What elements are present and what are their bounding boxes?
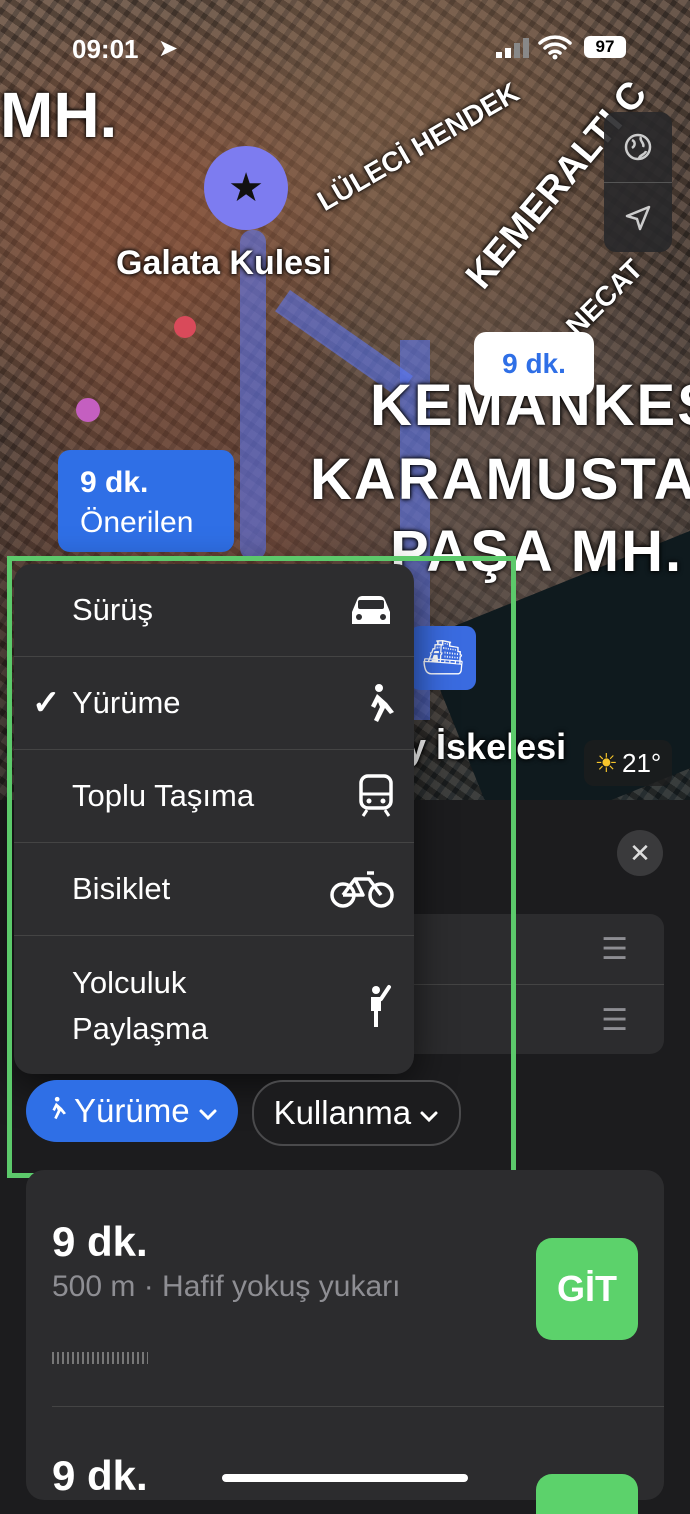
- route-details: 500 m · Hafif yokuş yukarı: [52, 1270, 401, 1303]
- chevron-down-icon: [198, 1092, 218, 1130]
- train-icon: [358, 774, 394, 818]
- route-duration: 9 dk.: [52, 1218, 148, 1265]
- elevation-graph: [52, 1352, 148, 1364]
- menu-item-label: Toplu Taşıma: [72, 778, 255, 813]
- drag-handle-icon: ☰: [601, 1003, 628, 1037]
- home-indicator[interactable]: [222, 1474, 468, 1482]
- route-callout-recommended[interactable]: 9 dk. Önerilen: [58, 450, 234, 552]
- route-options-card: 9 dk. 500 m · Hafif yokuş yukarı GİT 9 d…: [26, 1170, 664, 1514]
- map-label-necat: NECAT: [560, 253, 649, 342]
- walk-icon: [46, 1094, 66, 1129]
- ferry-icon[interactable]: ⛴: [410, 626, 476, 690]
- transport-mode-menu: Sürüş ✓ Yürüme Toplu Taşıma Bisiklet Yol…: [14, 564, 414, 1074]
- wifi-icon: [538, 34, 572, 66]
- bicycle-icon: [330, 869, 394, 909]
- menu-item-rideshare[interactable]: Yolculuk Paylaşma: [14, 936, 414, 1074]
- location-arrow-icon[interactable]: [604, 183, 672, 253]
- map-label-iskelesi: y İskelesi: [406, 726, 567, 767]
- menu-item-driving[interactable]: Sürüş: [14, 564, 414, 657]
- callout-caption: Önerilen: [80, 506, 194, 539]
- menu-item-label: Bisiklet: [72, 871, 171, 906]
- menu-item-walking[interactable]: ✓ Yürüme: [14, 657, 414, 750]
- drag-handle-icon: ☰: [601, 932, 628, 966]
- star-icon: ★: [228, 166, 264, 210]
- menu-item-label: Sürüş: [72, 592, 153, 627]
- rideshare-label: Yolculuk Paylaşma: [72, 965, 209, 1046]
- close-button[interactable]: ✕: [617, 830, 663, 876]
- route-duration: 9 dk.: [52, 1452, 148, 1499]
- globe-icon[interactable]: [604, 112, 672, 183]
- map-label-kemankes-3: PAŞA MH.: [390, 519, 684, 584]
- menu-item-cycling[interactable]: Bisiklet: [14, 843, 414, 936]
- sun-icon: ☀: [594, 747, 618, 778]
- avoid-dropdown[interactable]: Kullanma: [251, 1080, 462, 1146]
- go-button-2[interactable]: [536, 1474, 638, 1514]
- map-controls: [604, 112, 672, 252]
- walk-icon: [360, 683, 394, 723]
- status-time: 09:01: [72, 34, 139, 64]
- chevron-down-icon: [419, 1094, 439, 1132]
- reorder-handle-1[interactable]: ☰: [370, 914, 664, 985]
- reorder-handle-2[interactable]: ☰: [370, 985, 664, 1055]
- transport-mode-dropdown[interactable]: Yürüme: [26, 1080, 238, 1142]
- destination-star-pin[interactable]: ★: [204, 146, 288, 230]
- museum-poi-icon[interactable]: [76, 398, 100, 422]
- weather-badge: ☀ 21°: [584, 740, 672, 786]
- status-bar: 09:01 ➤ 97: [0, 32, 690, 64]
- map-label-kemankes-2: KARAMUSTAFA: [310, 447, 690, 512]
- rideshare-icon: [364, 981, 394, 1029]
- battery-indicator: 97: [584, 36, 626, 58]
- cellular-signal-icon: [496, 38, 529, 58]
- go-button[interactable]: GİT: [536, 1238, 638, 1340]
- map-label-mh: MH.: [0, 79, 118, 151]
- car-icon: [348, 592, 394, 628]
- route-stops-list: ☰ ☰: [370, 914, 664, 1054]
- close-icon: ✕: [629, 837, 651, 868]
- mosque-poi-icon[interactable]: [174, 316, 196, 338]
- checkmark-icon: ✓: [32, 684, 61, 722]
- callout-time: 9 dk.: [80, 466, 149, 499]
- mode-chip-label: Yürüme: [74, 1092, 190, 1129]
- menu-item-label: Yürüme: [72, 685, 181, 720]
- route-callout-alt[interactable]: 9 dk.: [474, 332, 594, 396]
- divider: [52, 1406, 664, 1407]
- location-services-icon: ➤: [158, 35, 179, 62]
- menu-item-label: Yolculuk Paylaşma: [72, 960, 262, 1052]
- menu-item-transit[interactable]: Toplu Taşıma: [14, 750, 414, 843]
- avoid-chip-label: Kullanma: [273, 1094, 412, 1131]
- map-label-luleci: LÜLECİ HENDEK: [312, 76, 525, 217]
- route-filter-chips: Yürüme Kullanma: [26, 1080, 462, 1146]
- map-label-galata: Galata Kulesi: [116, 244, 332, 282]
- weather-temp: 21°: [621, 747, 662, 778]
